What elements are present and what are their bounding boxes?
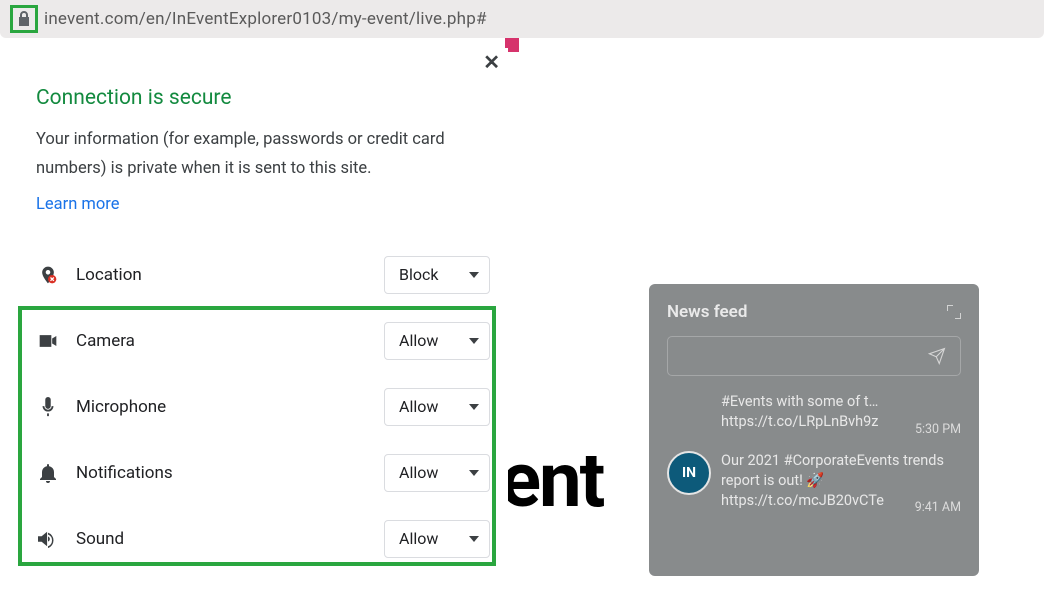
permission-row-sound: Sound Allow <box>36 506 490 572</box>
permission-select-notifications[interactable]: Allow <box>384 454 490 492</box>
lock-highlight-box <box>10 5 38 33</box>
chevron-down-icon <box>469 338 479 344</box>
permission-label: Location <box>76 265 384 285</box>
site-info-popup: ✕ Connection is secure Your information … <box>18 48 508 584</box>
permission-label: Microphone <box>76 397 384 417</box>
permission-row-notifications: Notifications Allow <box>36 440 490 506</box>
chevron-down-icon <box>469 404 479 410</box>
permission-label: Notifications <box>76 463 384 483</box>
permission-label: Sound <box>76 529 384 549</box>
close-icon[interactable]: ✕ <box>483 50 500 74</box>
news-feed-title: News feed <box>667 302 747 322</box>
feed-item[interactable]: #Events with some of t… https://t.co/LRp… <box>667 392 961 433</box>
address-bar: inevent.com/en/InEventExplorer0103/my-ev… <box>0 0 1044 38</box>
url-text[interactable]: inevent.com/en/InEventExplorer0103/my-ev… <box>44 9 487 29</box>
feed-item-time: 5:30 PM <box>915 422 961 437</box>
camera-icon <box>36 333 60 349</box>
connection-secure-description: Your information (for example, passwords… <box>36 126 490 184</box>
permission-row-microphone: Microphone Allow <box>36 374 490 440</box>
permission-select-microphone[interactable]: Allow <box>384 388 490 426</box>
news-header: News feed <box>667 302 961 322</box>
permission-row-location: Location Block <box>36 242 490 308</box>
background-text-fragment: ent <box>500 435 603 525</box>
expand-icon[interactable] <box>947 305 961 319</box>
connection-secure-title: Connection is secure <box>36 86 490 110</box>
permission-select-location[interactable]: Block <box>384 256 490 294</box>
microphone-icon <box>36 397 60 417</box>
sound-icon <box>36 530 60 548</box>
permission-select-camera[interactable]: Allow <box>384 322 490 360</box>
bell-icon <box>36 463 60 483</box>
send-icon[interactable] <box>928 347 946 365</box>
lock-icon[interactable] <box>17 11 31 27</box>
chevron-down-icon <box>469 536 479 542</box>
feed-avatar: IN <box>667 451 711 495</box>
feed-item-time: 9:41 AM <box>915 500 961 515</box>
permission-select-sound[interactable]: Allow <box>384 520 490 558</box>
chevron-down-icon <box>469 272 479 278</box>
location-icon <box>36 265 60 285</box>
feed-item[interactable]: IN Our 2021 #CorporateEvents trends repo… <box>667 451 961 512</box>
news-feed-panel: News feed #Events with some of t… https:… <box>649 284 979 576</box>
learn-more-link[interactable]: Learn more <box>36 195 119 214</box>
permission-label: Camera <box>76 331 384 351</box>
chevron-down-icon <box>469 470 479 476</box>
permission-row-camera: Camera Allow <box>36 308 490 374</box>
news-message-input[interactable] <box>667 336 961 376</box>
